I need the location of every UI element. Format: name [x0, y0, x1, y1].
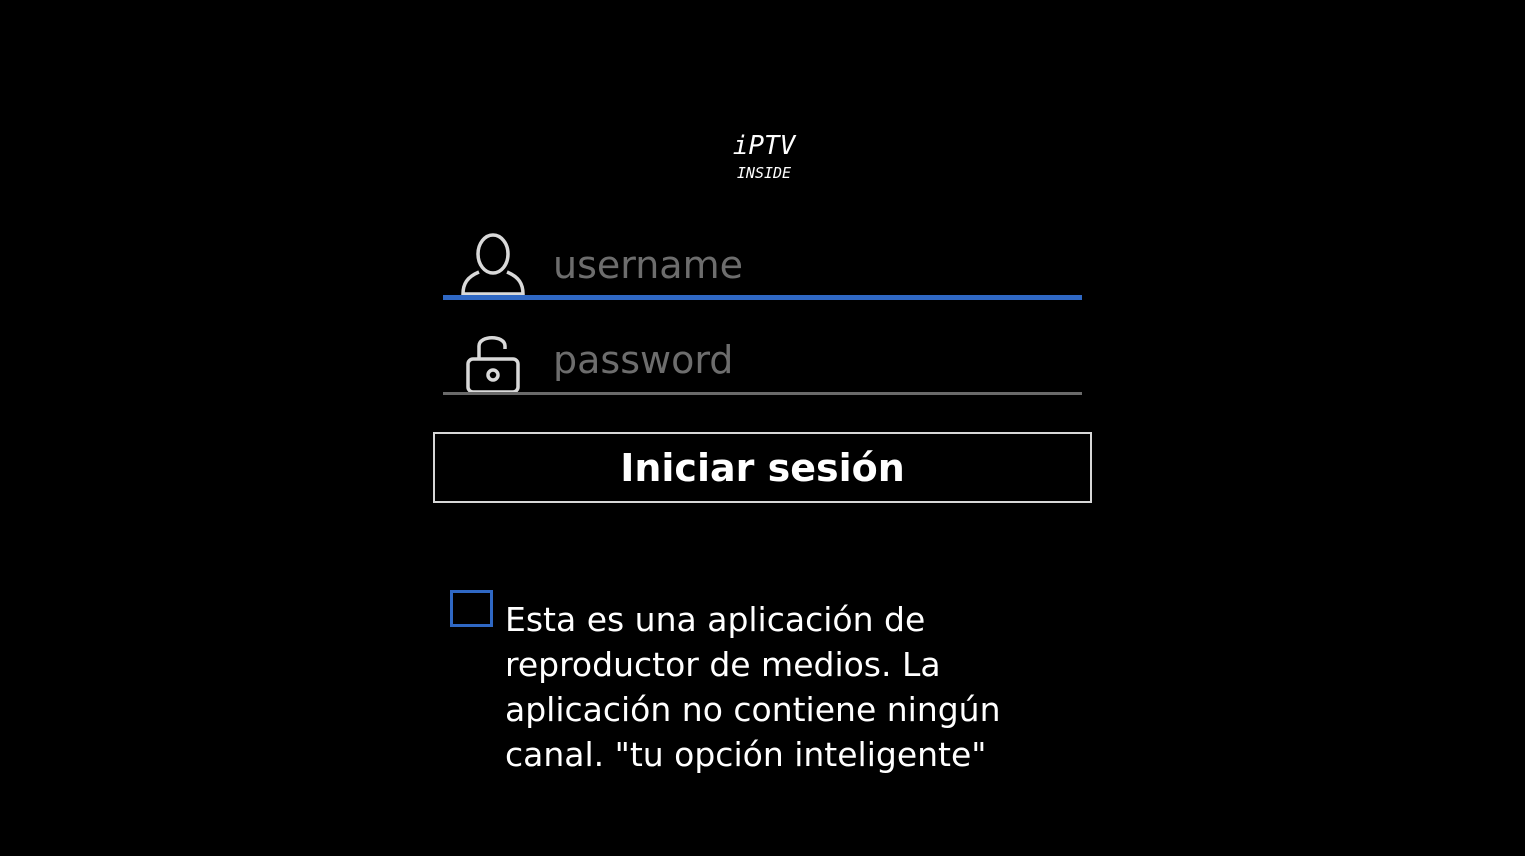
unlock-icon: [466, 336, 520, 394]
user-icon: [461, 233, 525, 296]
disclaimer-text: Esta es una aplicación de reproductor de…: [505, 600, 1001, 774]
username-underline: [443, 295, 1082, 300]
password-field: [443, 315, 1082, 395]
username-field: [443, 220, 1082, 300]
login-button[interactable]: Iniciar sesión: [433, 432, 1092, 503]
disclaimer-checkbox[interactable]: [450, 590, 493, 627]
username-input[interactable]: [553, 238, 1063, 292]
password-underline: [443, 392, 1082, 395]
password-input[interactable]: [553, 333, 1063, 387]
iptv-inside-logo: iPTV INSIDE: [733, 131, 797, 182]
logo-line-1: iPTV: [733, 131, 797, 161]
login-screen: iPTV INSIDE Iniciar sesión Esta es una a…: [0, 0, 1525, 856]
logo-line-2: INSIDE: [737, 164, 791, 182]
